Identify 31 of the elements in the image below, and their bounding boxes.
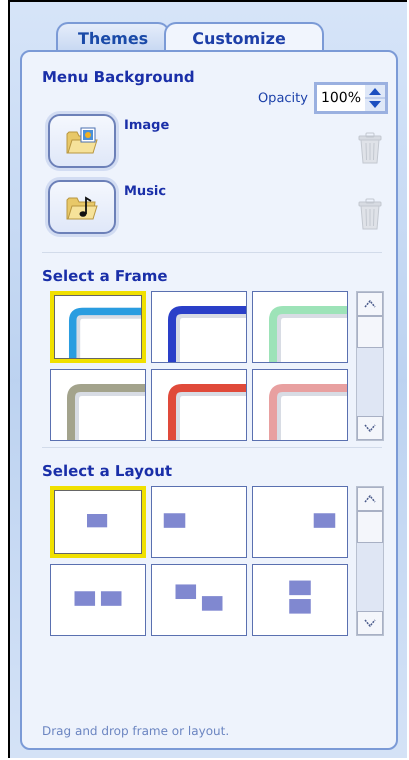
layout-thumbnail[interactable] [252, 486, 348, 558]
tab[interactable]: Customize [164, 22, 324, 50]
scrollbar[interactable] [356, 486, 384, 636]
frame-thumbnail[interactable] [252, 369, 348, 441]
scroll-up-icon[interactable] [357, 292, 383, 316]
scroll-down-icon[interactable] [357, 611, 383, 635]
opacity-label: Opacity [258, 90, 308, 106]
frame-thumbnail[interactable] [50, 369, 146, 441]
spin-arrows-icon[interactable] [365, 85, 385, 111]
layout-thumbnail[interactable] [252, 564, 348, 636]
image-folder-button[interactable] [48, 114, 116, 168]
scroll-thumb[interactable] [357, 316, 383, 348]
music-folder-button[interactable] [48, 180, 116, 234]
section-heading: Select a Layout [42, 462, 174, 480]
opacity-field[interactable]: 100% [314, 82, 388, 114]
scroll-thumb[interactable] [357, 511, 383, 543]
frame-thumbnail[interactable] [151, 291, 247, 363]
hint-text: Drag and drop frame or layout. [42, 724, 230, 738]
section-heading: Select a Frame [42, 267, 169, 285]
frame-thumbnail[interactable] [151, 369, 247, 441]
layout-thumbnail[interactable] [151, 564, 247, 636]
scrollbar[interactable] [356, 291, 384, 441]
scroll-up-icon[interactable] [357, 487, 383, 511]
media-label: Music [124, 184, 168, 199]
scroll-down-icon[interactable] [357, 416, 383, 440]
layout-thumbnail[interactable] [151, 486, 247, 558]
media-label: Image [124, 118, 170, 133]
frame-thumbnail[interactable] [252, 291, 348, 363]
section-heading: Menu Background [42, 68, 196, 86]
layout-thumbnail[interactable] [50, 564, 146, 636]
folder-picture-icon [65, 126, 99, 156]
